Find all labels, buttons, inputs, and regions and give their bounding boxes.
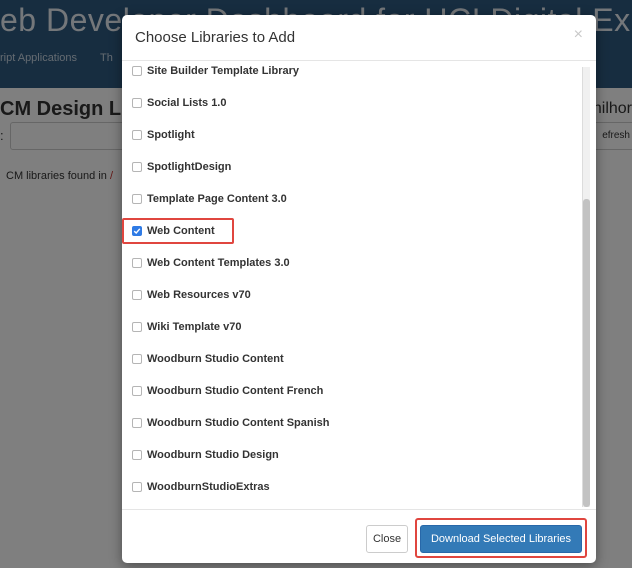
library-item[interactable]: Web Resources v70 — [122, 279, 582, 311]
library-item[interactable]: Spotlight — [122, 119, 582, 151]
library-checkbox[interactable] — [132, 258, 142, 268]
library-label: WoodburnStudioExtras — [147, 481, 270, 493]
library-checkbox[interactable] — [132, 66, 142, 76]
library-item[interactable]: Template Page Content 3.0 — [122, 183, 582, 215]
dialog-header: Choose Libraries to Add × — [122, 15, 596, 61]
library-label: Web Resources v70 — [147, 289, 251, 301]
library-label: Woodburn Studio Content French — [147, 385, 324, 397]
scrollbar-thumb[interactable] — [583, 199, 590, 507]
library-label: Web Content Templates 3.0 — [147, 257, 290, 269]
download-selected-libraries-button[interactable]: Download Selected Libraries — [420, 525, 582, 553]
library-label: Spotlight — [147, 129, 195, 141]
library-item[interactable]: Site Builder Template Library — [122, 61, 582, 87]
choose-libraries-dialog: Choose Libraries to Add × Site Builder T… — [122, 15, 596, 563]
close-button[interactable]: Close — [366, 525, 408, 553]
library-item[interactable]: Woodburn Studio Content Spanish — [122, 407, 582, 439]
scrollbar[interactable] — [582, 67, 590, 507]
close-icon[interactable]: × — [574, 25, 583, 45]
library-label: Woodburn Studio Content — [147, 353, 284, 365]
download-button-highlight: Download Selected Libraries — [415, 518, 587, 558]
library-label: Site Builder Template Library — [147, 65, 300, 77]
library-checkbox[interactable] — [132, 98, 142, 108]
library-checkbox[interactable] — [132, 418, 142, 428]
library-label: Web Content — [147, 225, 215, 237]
library-checkbox[interactable] — [132, 482, 142, 492]
library-item[interactable]: Woodburn Studio Content French — [122, 375, 582, 407]
library-checkbox[interactable] — [132, 354, 142, 364]
dialog-footer: Close Download Selected Libraries — [122, 509, 596, 563]
library-label: Template Page Content 3.0 — [147, 193, 287, 205]
library-label: Woodburn Studio Design — [147, 449, 279, 461]
library-checkbox[interactable] — [132, 162, 142, 172]
checkmark-icon — [133, 228, 141, 235]
library-checkbox[interactable] — [132, 322, 142, 332]
library-item[interactable]: Woodburn Studio Design — [122, 439, 582, 471]
library-checkbox[interactable] — [132, 450, 142, 460]
library-item[interactable]: Woodburn Studio Content — [122, 343, 582, 375]
library-label: SpotlightDesign — [147, 161, 232, 173]
library-checkbox[interactable] — [132, 386, 142, 396]
library-label: Woodburn Studio Content Spanish — [147, 417, 330, 429]
library-label: Social Lists 1.0 — [147, 97, 227, 109]
library-item[interactable]: WoodburnStudioExtras — [122, 471, 582, 503]
library-checkbox[interactable] — [132, 194, 142, 204]
library-item[interactable]: Web Content Templates 3.0 — [122, 247, 582, 279]
library-item[interactable]: Wiki Template v70 — [122, 311, 582, 343]
library-list-container[interactable]: Site Builder Template Library Social List… — [122, 61, 596, 509]
library-item[interactable]: Web Content — [122, 215, 582, 247]
library-checkbox[interactable] — [132, 226, 142, 236]
library-label: Wiki Template v70 — [147, 321, 242, 333]
library-checkbox[interactable] — [132, 130, 142, 140]
library-list: Site Builder Template Library Social List… — [122, 61, 582, 503]
library-item[interactable]: SpotlightDesign — [122, 151, 582, 183]
library-checkbox[interactable] — [132, 290, 142, 300]
dialog-title: Choose Libraries to Add — [135, 29, 296, 46]
library-item[interactable]: Social Lists 1.0 — [122, 87, 582, 119]
